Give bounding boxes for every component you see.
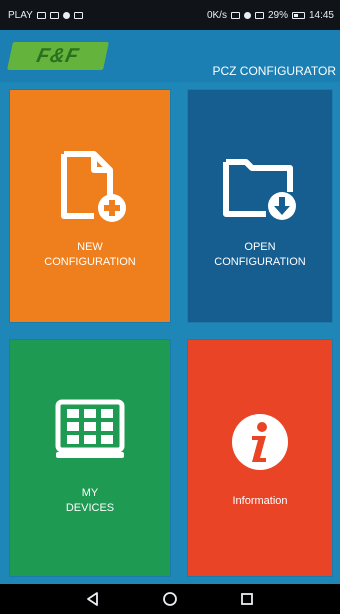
notification-icon	[36, 11, 46, 19]
home-button[interactable]	[157, 586, 183, 612]
app-title: PCZ CONFIGURATOR	[212, 64, 336, 78]
my-devices-line1: MY	[81, 487, 99, 499]
my-devices-line2: DEVICES	[65, 502, 115, 514]
android-navigation-bar	[0, 584, 340, 614]
brand-logo: F&F	[7, 42, 109, 70]
battery-percent: 29%	[267, 9, 288, 21]
app-notification-icon	[62, 11, 70, 19]
new-configuration-tile[interactable]: NEW CONFIGURATION	[10, 90, 170, 322]
status-right: 0K/s 29% 14:45	[207, 10, 334, 21]
new-file-icon	[61, 151, 126, 222]
back-button[interactable]	[80, 586, 106, 612]
clock: 14:45	[308, 9, 334, 21]
alarm-icon	[243, 11, 251, 19]
logo-text: F&F	[34, 45, 82, 67]
nfc-icon	[230, 11, 240, 19]
information-label: Information	[232, 495, 288, 507]
message-icon	[49, 11, 59, 19]
open-configuration-line1: OPEN	[244, 241, 276, 253]
open-configuration-line2: CONFIGURATION	[214, 256, 306, 268]
battery-icon	[291, 11, 305, 19]
open-configuration-tile[interactable]: OPEN CONFIGURATION	[188, 90, 332, 322]
information-tile[interactable]: Information	[188, 340, 332, 576]
open-folder-icon	[223, 159, 296, 220]
calendar-icon	[73, 11, 83, 19]
status-left: PLAY	[8, 10, 83, 21]
status-bar: PLAY 0K/s 29% 14:45	[0, 0, 340, 30]
info-icon	[232, 414, 288, 470]
recents-icon	[240, 593, 253, 605]
signal-icon	[254, 11, 264, 19]
back-icon	[87, 592, 99, 606]
new-configuration-line2: CONFIGURATION	[44, 256, 136, 268]
carrier-name: PLAY	[8, 9, 33, 21]
new-configuration-line1: NEW	[77, 241, 103, 253]
app-header: F&F PCZ CONFIGURATOR	[0, 30, 340, 82]
device-grid-icon	[55, 399, 125, 458]
recents-button[interactable]	[234, 586, 260, 612]
data-speed: 0K/s	[206, 9, 227, 21]
home-icon	[163, 592, 177, 606]
my-devices-tile[interactable]: MY DEVICES	[10, 340, 170, 576]
